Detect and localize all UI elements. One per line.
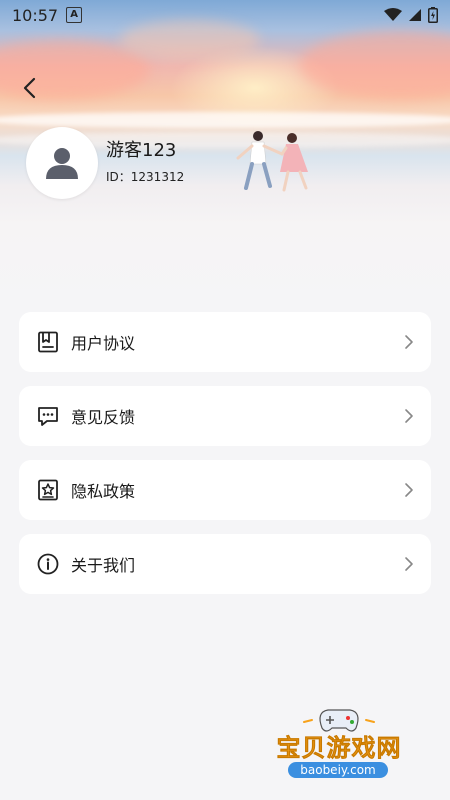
battery-icon [428,7,438,23]
watermark-title: 宝贝游戏网 [276,734,402,763]
chevron-right-icon [403,334,415,350]
privacy-icon [37,479,59,501]
watermark-url: baobeiy.com [288,762,388,778]
avatar[interactable] [26,127,98,199]
menu-item-privacy-policy[interactable]: 隐私政策 [19,460,431,520]
status-bar: 10:57 A [0,0,450,30]
menu-item-user-agreement[interactable]: 用户协议 [19,312,431,372]
status-time: 10:57 [12,5,59,25]
couple-illustration [236,131,308,192]
menu-item-about-us[interactable]: 关于我们 [19,534,431,594]
chevron-left-icon [23,77,36,99]
menu-item-feedback[interactable]: 意见反馈 [19,386,431,446]
user-icon [46,148,78,179]
signal-icon [409,9,421,21]
user-id: ID：1231312 [106,170,185,184]
chevron-right-icon [403,482,415,498]
username: 游客123 [106,140,177,161]
wifi-icon [384,8,402,21]
settings-menu: 用户协议 意见反馈 隐私政策 关于我们 [19,312,431,608]
menu-item-label: 隐私政策 [71,482,136,501]
back-button[interactable] [14,72,46,104]
feedback-icon [37,405,59,427]
menu-item-label: 关于我们 [71,556,136,575]
notification-app-icon: A [66,7,83,23]
info-icon [37,553,59,575]
wave-shape [0,112,450,128]
cloud-shape [300,30,450,100]
document-icon [37,331,59,353]
chevron-right-icon [403,556,415,572]
chevron-right-icon [403,408,415,424]
menu-item-label: 用户协议 [71,334,136,353]
menu-item-label: 意见反馈 [71,408,136,427]
watermark-logo: 宝贝游戏网 baobeiy.com [264,700,414,790]
